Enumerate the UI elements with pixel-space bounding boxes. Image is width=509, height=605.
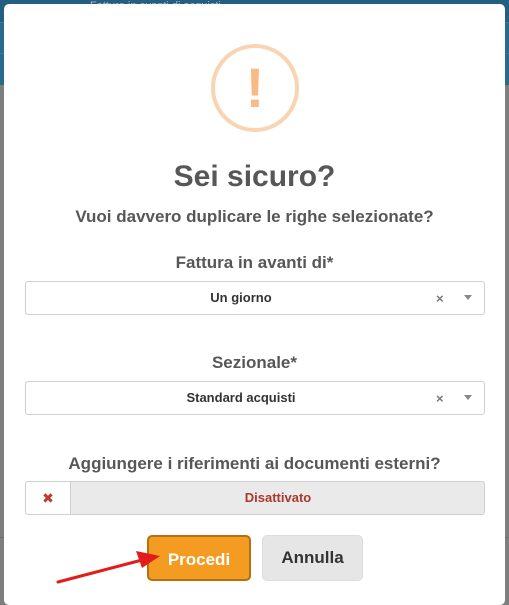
forward-select[interactable]: Un giorno × (25, 281, 485, 315)
exclamation-glyph: ! (245, 56, 265, 119)
cancel-button[interactable]: Annulla (262, 535, 363, 581)
proceed-button[interactable]: Procedi (147, 535, 251, 581)
toggle-state-label[interactable]: Disattivato (71, 482, 484, 514)
chevron-down-icon[interactable] (464, 395, 472, 400)
section-select[interactable]: Standard acquisti × (25, 381, 485, 415)
external-refs-toggle[interactable]: ✖ Disattivato (25, 481, 485, 515)
toggle-off-icon[interactable]: ✖ (26, 482, 71, 514)
exclamation-icon: ! (211, 44, 299, 132)
dialog-title: Sei sicuro? (173, 160, 336, 193)
dialog-message: Vuoi davvero duplicare le righe selezion… (75, 207, 434, 226)
section-label: Sezionale* (211, 353, 298, 372)
forward-label: Fattura in avanti di* (175, 253, 334, 272)
external-refs-label: Aggiungere i riferimenti ai documenti es… (68, 454, 441, 473)
chevron-down-icon[interactable] (464, 295, 472, 300)
forward-select-value: Un giorno (210, 290, 272, 305)
clear-icon[interactable]: × (436, 282, 444, 316)
section-select-value: Standard acquisti (186, 390, 296, 405)
clear-icon[interactable]: × (436, 382, 444, 416)
